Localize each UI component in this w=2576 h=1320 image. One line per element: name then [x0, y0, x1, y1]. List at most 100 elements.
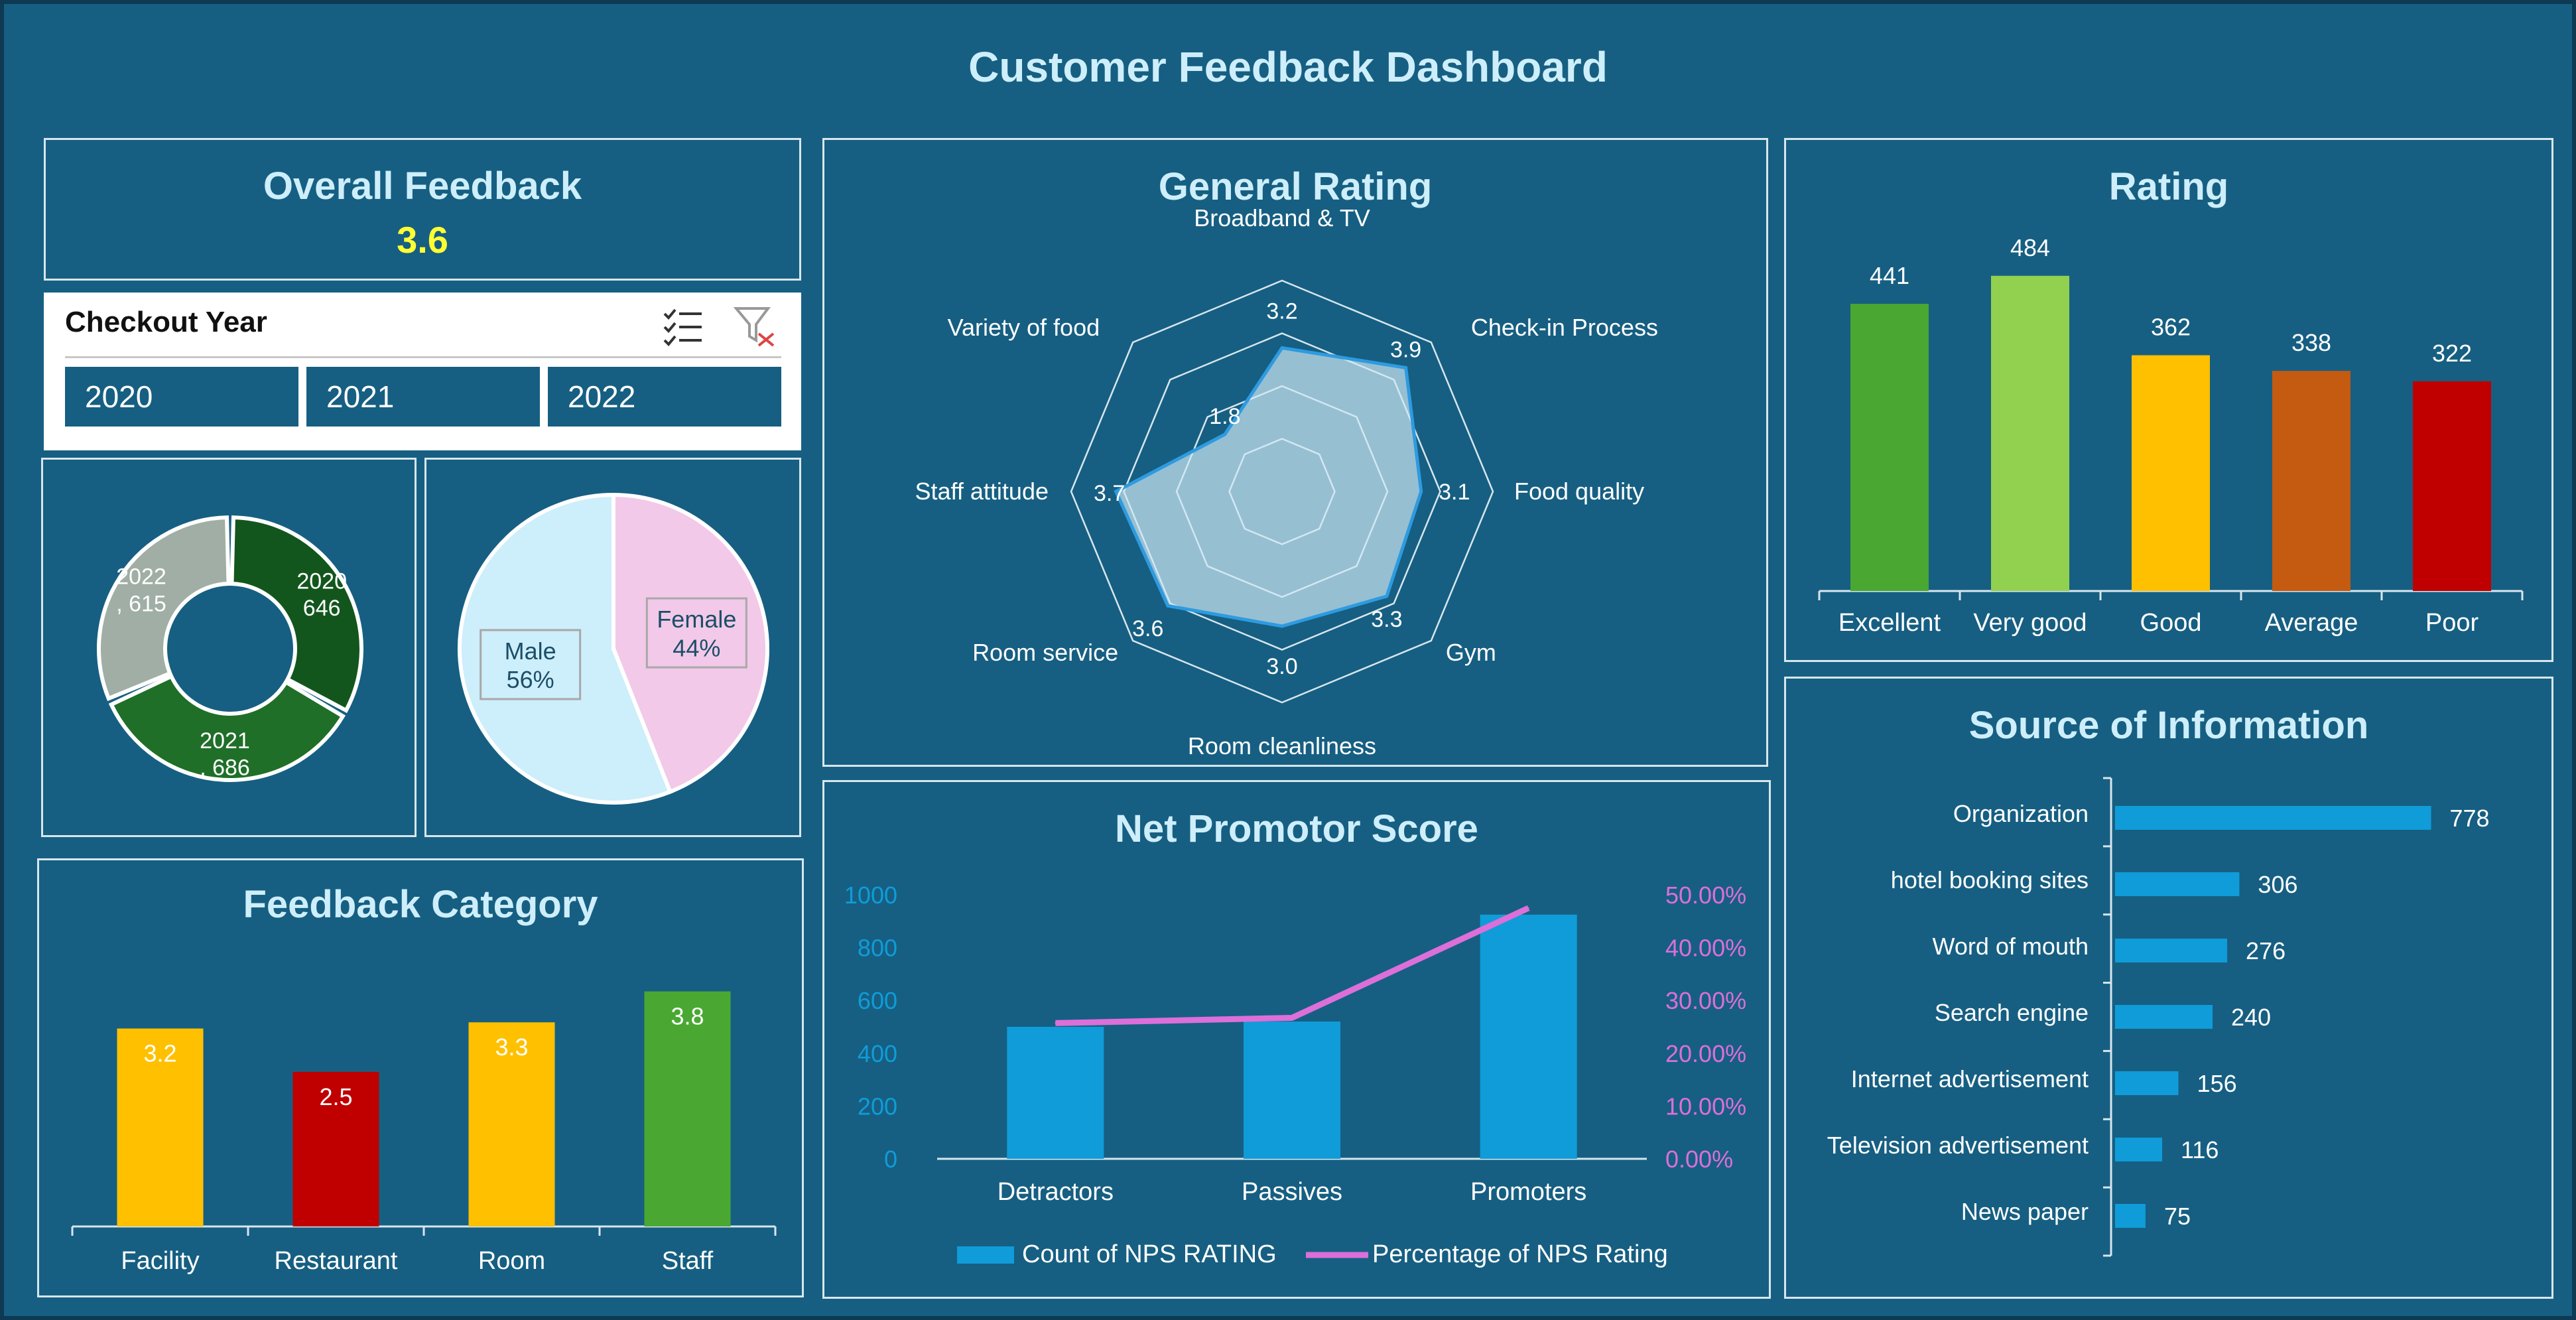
- nps-legend-line-label: Percentage of NPS Rating: [1372, 1240, 1668, 1268]
- category-tick-label-staff: Staff: [662, 1247, 714, 1275]
- general-rating-title: General Rating: [1159, 165, 1433, 208]
- donut-slice-2020: [229, 515, 363, 714]
- radar-data-label-staff-attitude: 3.7: [1094, 481, 1125, 506]
- radar-data-label-room-service: 3.6: [1132, 616, 1163, 641]
- nps-title: Net Promotor Score: [1115, 807, 1478, 850]
- rating-tick-label-average: Average: [2265, 609, 2358, 637]
- checkout-year-slicer: Checkout Year 2020 2021 2022: [44, 293, 801, 450]
- source-tick-label-organization: Organization: [1953, 800, 2089, 827]
- category-tick-label-room: Room: [478, 1247, 545, 1275]
- nps-right-tick-label: 50.00%: [1665, 882, 1746, 909]
- nps-left-tick-label: 200: [858, 1092, 897, 1120]
- year-donut-chart: 2020 6462021, 6862022, 615: [97, 515, 363, 782]
- rating-data-label-average: 338: [2291, 329, 2331, 356]
- nps-tick-label-promoters: Promoters: [1470, 1178, 1586, 1206]
- category-data-label-facility: 3.2: [143, 1040, 176, 1067]
- radar-axis-label-staff-attitude: Staff attitude: [915, 478, 1049, 505]
- general-rating-chart: General Rating Broadband & TV 3.2 Check-in…: [915, 165, 1658, 759]
- general-rating-panel: General Rating Broadband & TV 3.2 Check-in…: [822, 138, 1768, 767]
- nps-legend-bar-swatch: [957, 1246, 1014, 1264]
- source-title: Source of Information: [1969, 704, 2369, 747]
- nps-left-tick-label: 400: [858, 1040, 897, 1067]
- radar-axis-label-variety-of-food: Variety of food: [948, 314, 1100, 341]
- category-tick-label-facility: Facility: [121, 1247, 199, 1275]
- source-tick-label-internet-advertisement: Internet advertisement: [1851, 1065, 2089, 1092]
- dashboard-title: Customer Feedback Dashboard: [968, 43, 1608, 91]
- source-tick-label-word-of-mouth: Word of mouth: [1933, 933, 2089, 960]
- source-data-label-news-paper: 75: [2164, 1203, 2191, 1230]
- source-tick-label-television-advertisement: Television advertisement: [1827, 1132, 2089, 1159]
- clear-filter-icon[interactable]: [733, 304, 777, 348]
- slicer-button-2022[interactable]: 2022: [548, 367, 781, 427]
- rating-data-label-excellent: 441: [1870, 262, 1909, 289]
- radar-series-area: [1114, 346, 1423, 628]
- rating-data-label-very-good: 484: [2010, 234, 2050, 261]
- rating-bar-good: [2132, 355, 2210, 591]
- rating-title: Rating: [2109, 165, 2228, 208]
- rating-bar-very-good: [1991, 275, 2069, 591]
- category-tick-label-restaurant: Restaurant: [275, 1247, 398, 1275]
- source-data-label-organization: 778: [2450, 805, 2490, 832]
- source-bar-television-advertisement: [2115, 1138, 2163, 1161]
- nps-left-tick-label: 600: [858, 987, 897, 1014]
- source-bar-news-paper: [2115, 1204, 2146, 1228]
- source-bar-hotel-booking-sites: [2115, 872, 2240, 896]
- source-data-label-television-advertisement: 116: [2181, 1136, 2219, 1163]
- gender-pie-chart: Female 44%Male 56%: [458, 492, 769, 805]
- rating-tick-label-poor: Poor: [2425, 609, 2479, 637]
- feedback-category-title: Feedback Category: [243, 883, 598, 926]
- source-tick-label-news-paper: News paper: [1961, 1198, 2089, 1225]
- radar-data-label-food-quality: 3.1: [1439, 480, 1470, 505]
- radar-axis-label-gym: Gym: [1446, 639, 1496, 666]
- nps-right-tick-label: 40.00%: [1665, 935, 1746, 962]
- nps-chart: Net Promotor Score 0 200 400 600 800 1000 0.00…: [844, 807, 1746, 1268]
- radar-data-label-broadband-tv: 3.2: [1266, 298, 1297, 324]
- radar-axis-label-room-cleanliness: Room cleanliness: [1188, 732, 1376, 759]
- nps-right-tick-label: 0.00%: [1665, 1146, 1733, 1173]
- rating-data-label-good: 362: [2151, 314, 2191, 341]
- gender-pie-panel: Female 44% Male 56%: [424, 458, 801, 837]
- overall-feedback-value: 3.6: [397, 219, 448, 261]
- year-donut-panel: 2020 646 2021, 686 2022, 615: [41, 458, 417, 837]
- nps-left-tick-label: 1000: [844, 882, 897, 909]
- nps-line-point-detractors: [1055, 1022, 1057, 1024]
- feedback-category-chart: Feedback Category 3.2 Facility 2.5 Restaura…: [71, 883, 777, 1275]
- slicer-button-2021[interactable]: 2021: [306, 367, 540, 427]
- slicer-button-2020[interactable]: 2020: [65, 367, 298, 427]
- rating-bar-poor: [2413, 381, 2491, 591]
- rating-tick-label-excellent: Excellent: [1838, 609, 1941, 637]
- category-data-label-room: 3.3: [495, 1033, 528, 1061]
- source-data-label-internet-advertisement: 156: [2197, 1070, 2237, 1097]
- rating-data-label-poor: 322: [2432, 340, 2472, 367]
- nps-bar-promoters: [1480, 914, 1577, 1159]
- nps-line-point-promoters: [1527, 907, 1529, 909]
- source-bar-organization: [2115, 806, 2431, 830]
- rating-chart: Rating 441 Excellent 484 Very good 362 Good 33…: [1818, 165, 2524, 637]
- source-bar-search-engine: [2115, 1005, 2213, 1029]
- rating-tick-label-good: Good: [2140, 609, 2202, 637]
- nps-legend-bar-label: Count of NPS RATING: [1022, 1240, 1277, 1268]
- slicer-divider: [65, 356, 781, 358]
- nps-tick-label-passives: Passives: [1242, 1178, 1342, 1206]
- radar-axis-label-check-in-process: Check-in Process: [1471, 314, 1658, 341]
- radar-data-label-check-in-process: 3.9: [1390, 337, 1421, 362]
- rating-tick-label-very-good: Very good: [1973, 609, 2087, 637]
- rating-bar-excellent: [1850, 304, 1929, 591]
- nps-bar-detractors: [1007, 1027, 1104, 1159]
- feedback-category-panel: Feedback Category 3.2 Facility 2.5 Restaura…: [37, 858, 804, 1297]
- nps-panel: Net Promotor Score 0 200 400 600 800 1000 0.00…: [822, 780, 1771, 1299]
- radar-data-label-gym: 3.3: [1371, 607, 1402, 632]
- category-data-label-staff: 3.8: [671, 1003, 704, 1030]
- nps-right-tick-label: 20.00%: [1665, 1040, 1746, 1067]
- radar-data-label-room-cleanliness: 3.0: [1266, 654, 1297, 679]
- source-data-label-hotel-booking-sites: 306: [2258, 871, 2297, 898]
- radar-axis-label-broadband-tv: Broadband & TV: [1194, 204, 1370, 231]
- rating-panel: Rating 441 Excellent 484 Very good 362 Good 33…: [1784, 138, 2553, 662]
- multi-select-icon[interactable]: [661, 306, 707, 350]
- source-bar-word-of-mouth: [2115, 939, 2228, 962]
- nps-left-tick-label: 0: [884, 1146, 897, 1173]
- source-panel: Source of Information 778 Organization 306…: [1784, 677, 2553, 1299]
- nps-line-point-passives: [1291, 1017, 1293, 1019]
- source-tick-label-hotel-booking-sites: hotel booking sites: [1891, 866, 2089, 893]
- nps-right-tick-label: 30.00%: [1665, 987, 1746, 1014]
